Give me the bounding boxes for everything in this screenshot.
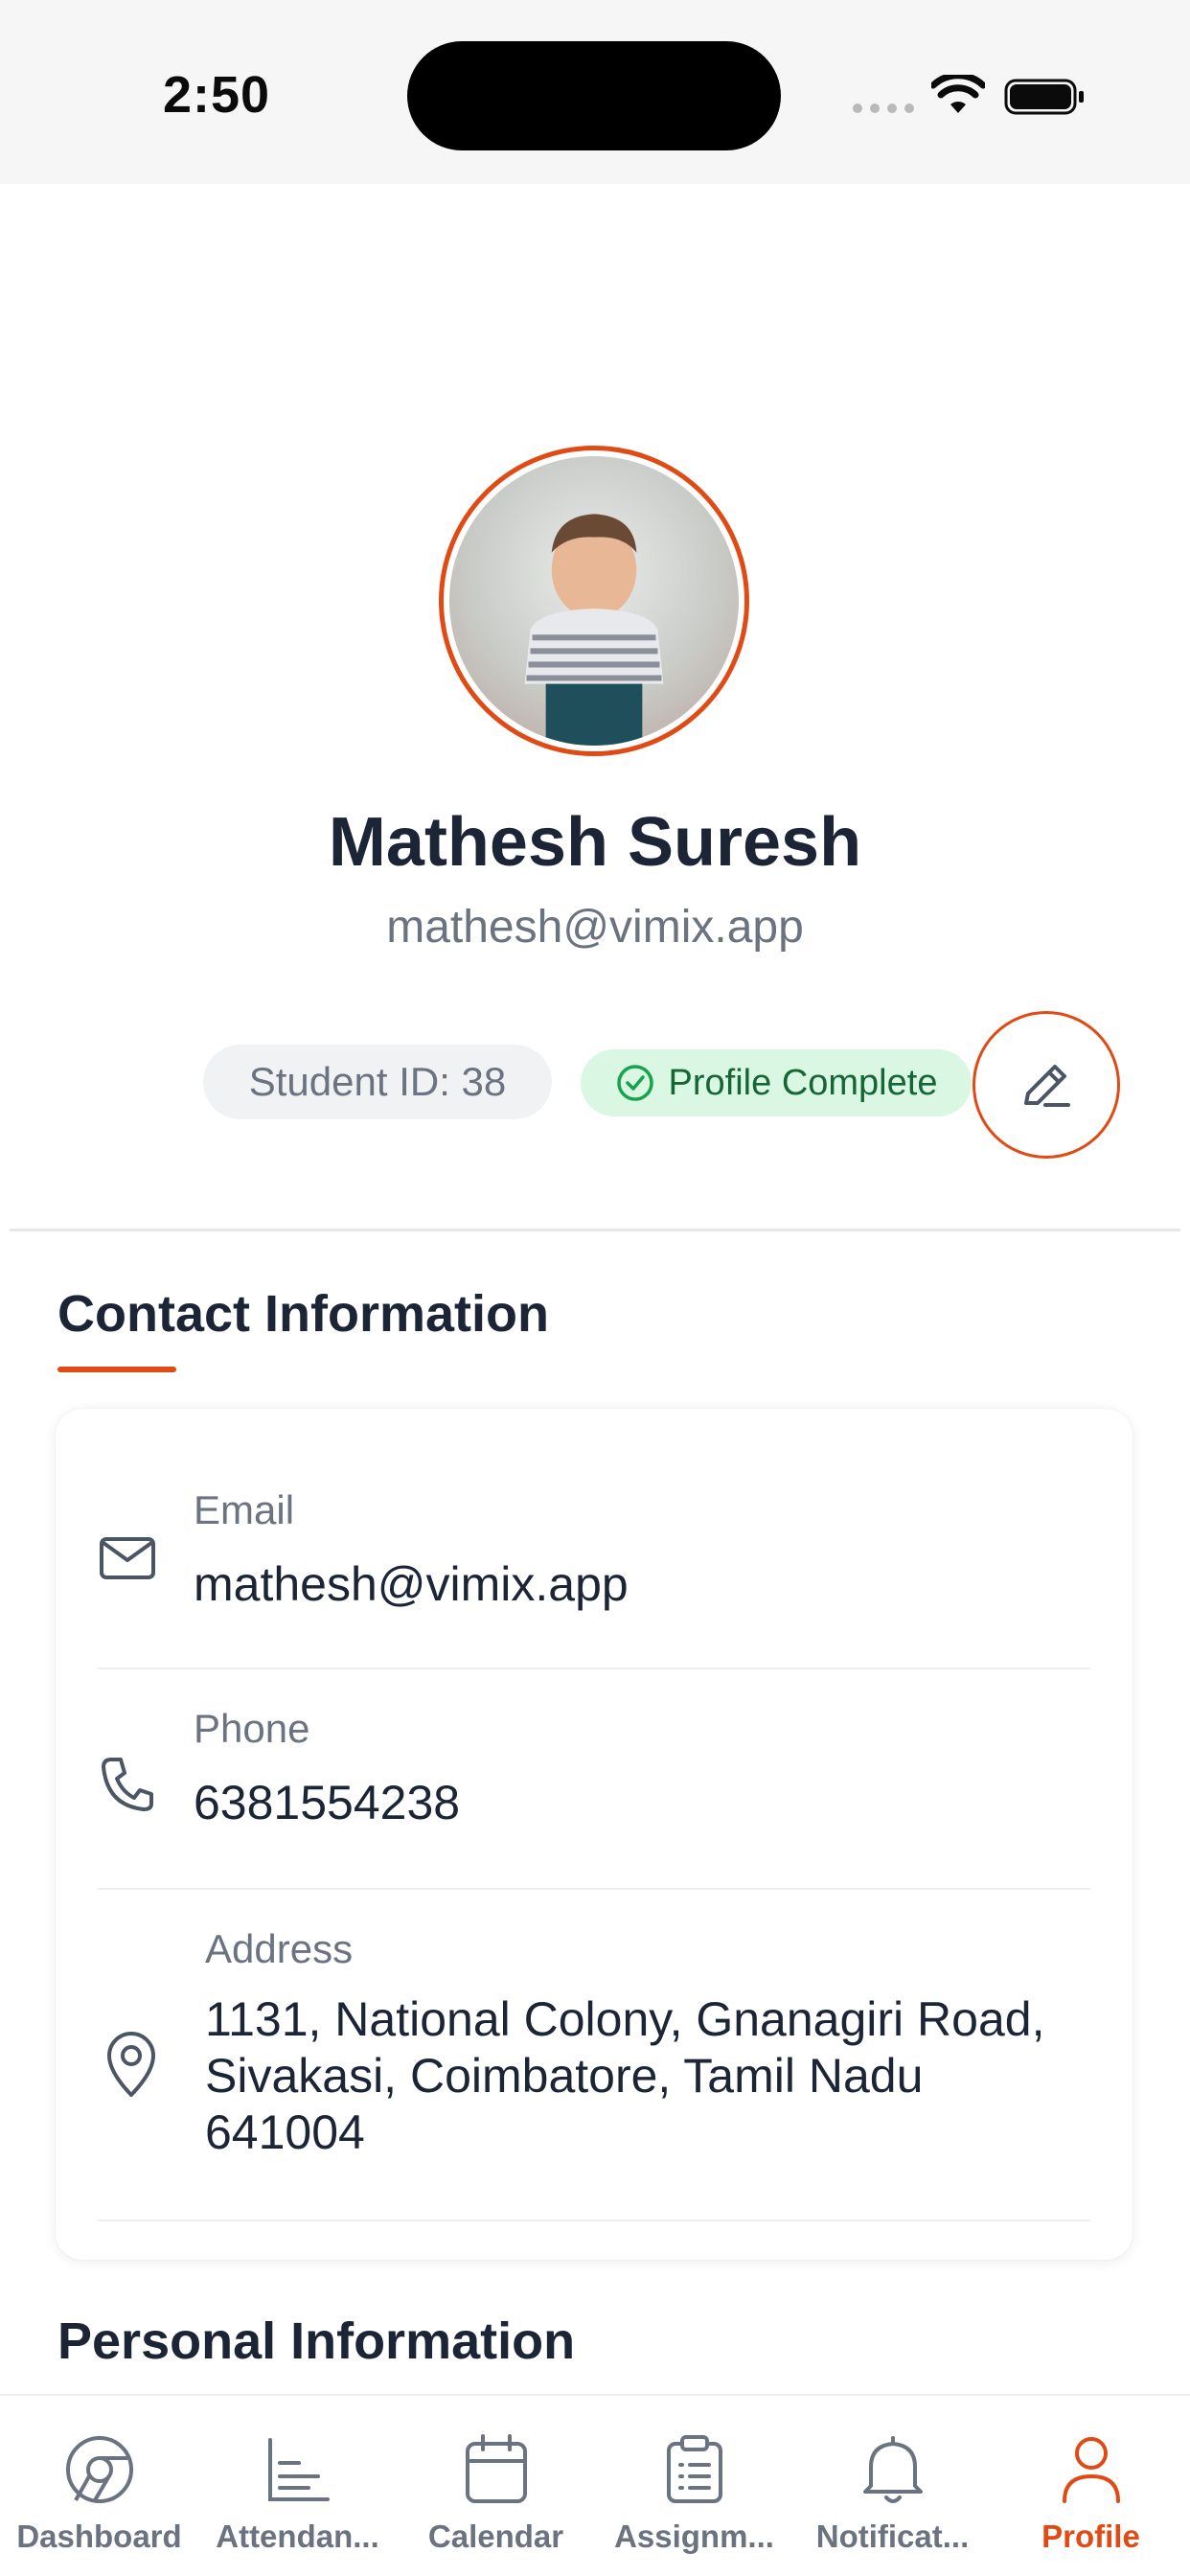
tab-label: Assignm... bbox=[614, 2518, 774, 2554]
tab-label: Profile bbox=[1041, 2518, 1140, 2554]
tab-attendance[interactable]: Attendan... bbox=[198, 2396, 397, 2576]
tab-assignments[interactable]: Assignm... bbox=[595, 2396, 793, 2576]
profile-complete-text: Profile Complete bbox=[668, 1062, 938, 1103]
tab-label: Notificat... bbox=[815, 2518, 970, 2554]
edit-profile-button[interactable] bbox=[973, 1011, 1120, 1159]
tab-notifications[interactable]: Notificat... bbox=[793, 2396, 992, 2576]
address-line-3: 641004 bbox=[205, 2105, 365, 2159]
section-underline bbox=[57, 1367, 176, 1372]
status-bar: 2:50 bbox=[0, 0, 1190, 184]
address-value: 1131, National Colony, Gnanagiri Road, S… bbox=[205, 1991, 1044, 2161]
personal-section-title: Personal Information bbox=[57, 2312, 576, 2370]
tab-label: Dashboard bbox=[16, 2518, 182, 2554]
phone-value: 6381554238 bbox=[194, 1776, 461, 1829]
chrome-icon bbox=[65, 2436, 133, 2503]
address-label: Address bbox=[205, 1926, 354, 1971]
bell-icon bbox=[862, 2436, 923, 2503]
address-line-2: Sivakasi, Coimbatore, Tamil Nadu bbox=[205, 2049, 924, 2103]
profile-email: mathesh@vimix.app bbox=[386, 902, 804, 953]
user-icon bbox=[1062, 2437, 1120, 2503]
tab-profile[interactable]: Profile bbox=[992, 2396, 1190, 2576]
profile-name: Mathesh Suresh bbox=[328, 804, 862, 881]
status-time: 2:50 bbox=[163, 66, 271, 124]
contact-section-title: Contact Information bbox=[57, 1285, 549, 1343]
address-row[interactable]: Address 1131, National Colony, Gnanagiri… bbox=[56, 1890, 1133, 2221]
address-line-1: 1131, National Colony, Gnanagiri Road, bbox=[205, 1992, 1045, 2046]
email-label: Email bbox=[194, 1487, 295, 1532]
chart-icon bbox=[267, 2438, 330, 2501]
profile-screen: 2:50 Mathesh Suresh mathesh@vimix.app St… bbox=[0, 0, 1190, 2576]
email-row[interactable]: Email mathesh@vimix.app bbox=[56, 1409, 1133, 1668]
calendar-icon bbox=[465, 2434, 527, 2503]
student-id-badge: Student ID: 38 bbox=[203, 1045, 552, 1119]
location-pin-icon bbox=[107, 2032, 155, 2097]
avatar[interactable] bbox=[439, 446, 749, 756]
row-divider bbox=[98, 2220, 1090, 2221]
mail-icon bbox=[100, 1537, 155, 1579]
tab-label: Calendar bbox=[427, 2518, 564, 2554]
email-value: mathesh@vimix.app bbox=[194, 1557, 629, 1611]
tab-calendar[interactable]: Calendar bbox=[397, 2396, 595, 2576]
dynamic-island bbox=[407, 41, 781, 150]
tab-dashboard[interactable]: Dashboard bbox=[0, 2396, 198, 2576]
clipboard-icon bbox=[666, 2435, 722, 2503]
tab-label: Attendan... bbox=[216, 2518, 379, 2554]
student-id-text: Student ID: 38 bbox=[248, 1059, 507, 1104]
contact-card: Email mathesh@vimix.app Phone 6381554238… bbox=[56, 1409, 1133, 2260]
phone-label: Phone bbox=[194, 1706, 310, 1751]
wifi-icon bbox=[931, 75, 985, 113]
avatar-photo bbox=[449, 456, 739, 746]
phone-row[interactable]: Phone 6381554238 bbox=[56, 1669, 1133, 1888]
cellular-signal-icon bbox=[853, 104, 914, 113]
pencil-icon bbox=[1024, 1065, 1070, 1107]
header-divider bbox=[10, 1229, 1180, 1231]
profile-complete-badge: Profile Complete bbox=[581, 1049, 972, 1116]
battery-icon bbox=[1004, 79, 1084, 115]
bottom-tab-bar: Dashboard Attendan... Calendar Assignm..… bbox=[0, 2394, 1190, 2576]
check-circle-icon bbox=[616, 1065, 653, 1101]
phone-icon bbox=[102, 1758, 153, 1811]
